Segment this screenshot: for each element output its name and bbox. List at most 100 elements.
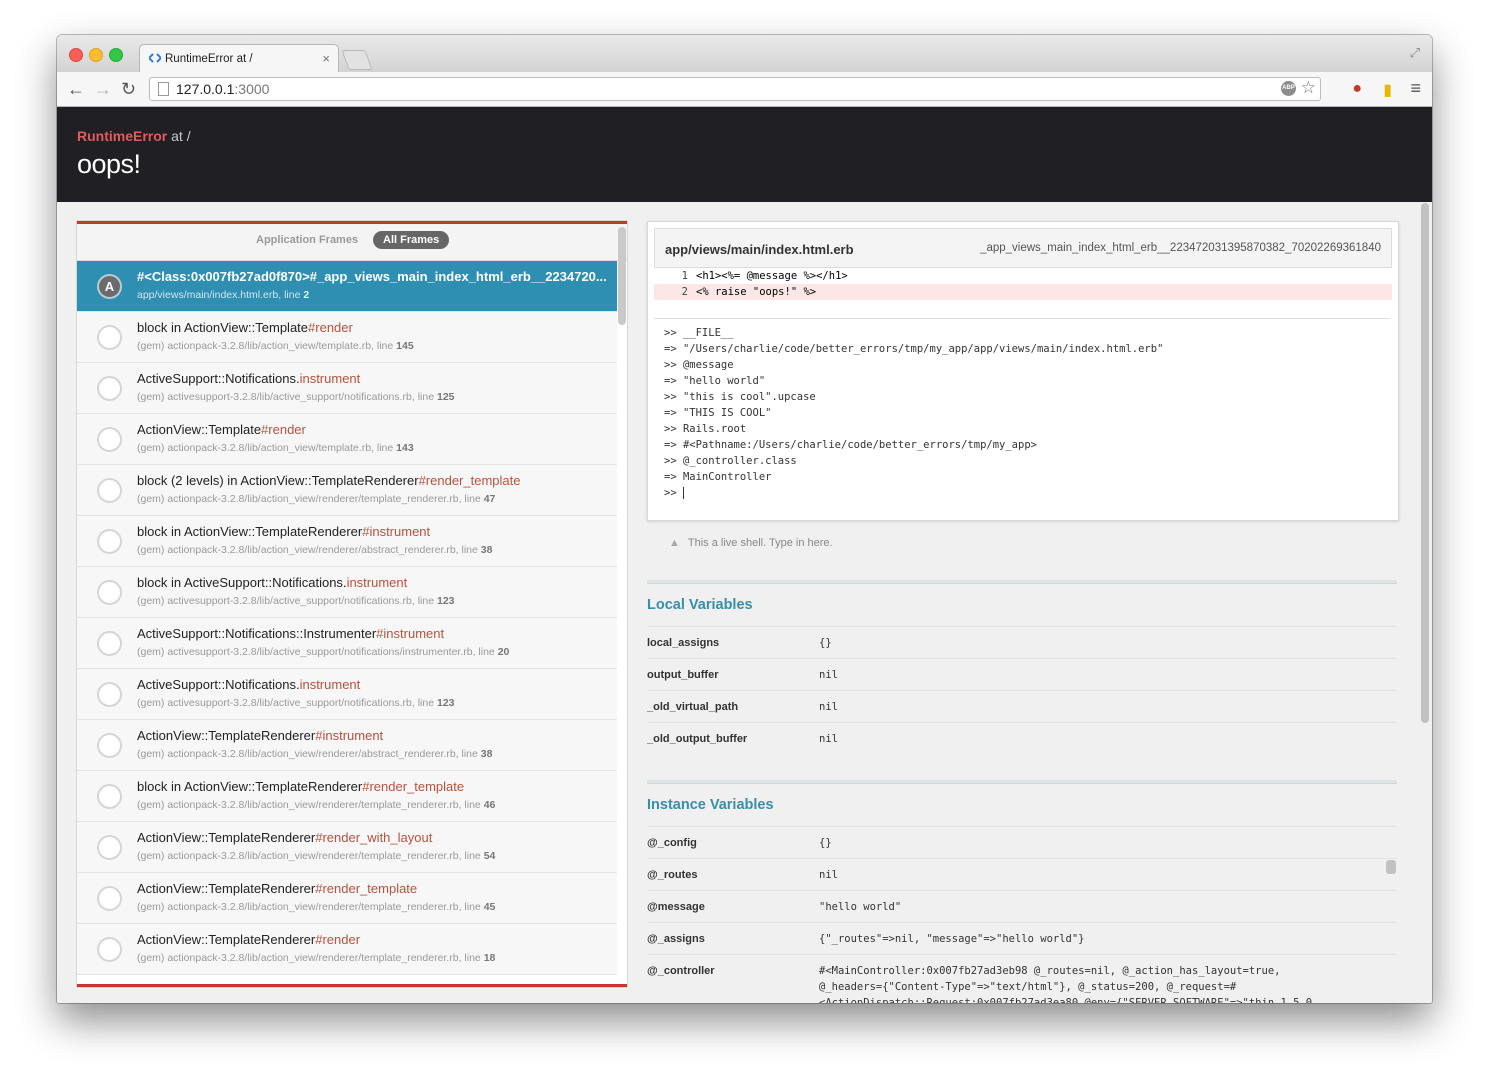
variable-value: {"_routes"=>nil, "message"=>"hello world…: [819, 933, 1085, 945]
variable-row: @_routes nil: [647, 858, 1397, 890]
tab-close-icon[interactable]: ×: [322, 51, 330, 66]
error-title: RuntimeError at /: [77, 128, 191, 144]
frame-method: #render: [308, 320, 353, 335]
variable-name: _old_output_buffer: [647, 733, 748, 745]
frame-location: (gem) activesupport-3.2.8/lib/active_sup…: [137, 646, 510, 658]
local-variables-table: local_assigns{} output_buffer nil _old_virt…: [647, 626, 1397, 754]
frame-context-circle: [97, 937, 122, 962]
live-shell[interactable]: >> __FILE__ => "/Users/charlie/code/bette…: [654, 318, 1390, 521]
variable-value: #<MainController:0x007fb27ad3eb98 @_rout…: [819, 965, 1313, 1003]
frame-name: ActiveSupport::Notifications.instrument: [137, 677, 361, 692]
bookmark-star-icon[interactable]: ☆: [1301, 78, 1316, 98]
frame-item[interactable]: ActiveSupport::Notifications.instrument(…: [77, 669, 617, 720]
frame-name: ActionView::TemplateRenderer#instrument: [137, 728, 384, 743]
frame-item[interactable]: block in ActionView::Template#render (gem…: [77, 312, 617, 363]
local-variables-title: Local Variables: [647, 597, 753, 613]
frame-item[interactable]: A #<Class:0x007fb27ad0f870>#_app_views_ma…: [77, 261, 617, 312]
page-scrollbar[interactable]: [1421, 203, 1429, 723]
tab-application-frames[interactable]: Application Frames: [256, 234, 358, 246]
shell-line: => "/Users/charlie/code/better_errors/tm…: [664, 343, 1164, 355]
tab-all-frames[interactable]: All Frames: [373, 231, 450, 249]
frame-line-number: 54: [483, 850, 496, 862]
frame-location: (gem) actionpack-3.2.8/lib/action_view/r…: [137, 952, 496, 964]
frame-name: ActionView::TemplateRenderer#render: [137, 932, 361, 947]
back-arrow-icon[interactable]: ←: [67, 79, 85, 100]
frame-context-circle: [97, 529, 122, 554]
address-bar[interactable]: 127.0.0.1:3000 ABP ☆: [149, 77, 1321, 101]
variable-value: nil: [819, 701, 838, 713]
line-number: 2: [681, 286, 688, 298]
variable-value: {}: [819, 637, 832, 649]
code-line: 1 <h1><%= @message %></h1>: [654, 268, 1392, 284]
section-divider: [647, 580, 1397, 584]
frame-name: block (2 levels) in ActionView::Template…: [137, 473, 521, 488]
frame-name: block in ActionView::TemplateRenderer#in…: [137, 524, 431, 539]
forward-arrow-icon[interactable]: →: [94, 79, 112, 100]
frame-name: block in ActionView::TemplateRenderer#re…: [137, 779, 465, 794]
frame-method: #render_template: [362, 779, 465, 794]
frame-item[interactable]: ActiveSupport::Notifications.instrument(…: [77, 363, 617, 414]
variable-name: @_controller: [647, 965, 715, 977]
frame-name: ActionView::Template#render: [137, 422, 306, 437]
reload-icon[interactable]: ↻: [121, 79, 136, 100]
frame-item[interactable]: ActionView::TemplateRenderer#render_with…: [77, 822, 617, 873]
frame-line-number: 47: [483, 493, 496, 505]
close-window-button[interactable]: [69, 48, 83, 62]
fullscreen-icon[interactable]: ⤢: [1410, 45, 1420, 61]
frame-item[interactable]: ActionView::TemplateRenderer#render_temp…: [77, 873, 617, 924]
menu-icon[interactable]: ≡: [1410, 78, 1421, 99]
frames-scrollbar[interactable]: [618, 227, 626, 325]
frame-method: #render_template: [418, 473, 521, 488]
extension-cookie-icon[interactable]: ●: [1352, 80, 1362, 98]
minimize-window-button[interactable]: [89, 48, 103, 62]
tab-active[interactable]: RuntimeError at / ×: [139, 44, 339, 73]
shell-line: => "THIS IS COOL": [664, 407, 772, 419]
frame-context-circle: [97, 427, 122, 452]
frame-line-number: 145: [396, 340, 414, 352]
value-scrollbar[interactable]: [1386, 860, 1396, 874]
variable-value: {}: [819, 837, 832, 849]
frame-item[interactable]: ActionView::Template#render(gem) actionp…: [77, 414, 617, 465]
new-tab-button[interactable]: [341, 50, 373, 70]
shell-line: >> @_controller.class: [664, 455, 797, 467]
shell-line: >> "this is cool".upcase: [664, 391, 816, 403]
frame-item[interactable]: block in ActiveSupport::Notifications.in…: [77, 567, 617, 618]
frame-item[interactable]: ActionView::TemplateRenderer#render(gem)…: [77, 924, 617, 975]
frame-item[interactable]: block in ActionView::TemplateRenderer#re…: [77, 771, 617, 822]
instance-variables-title: Instance Variables: [647, 797, 774, 813]
frame-context-circle: [97, 733, 122, 758]
code-text: <% raise "oops!" %>: [696, 286, 817, 298]
frame-method: instrument: [299, 371, 361, 386]
frame-item[interactable]: ActiveSupport::Notifications::Instrument…: [77, 618, 617, 669]
frame-location: app/views/main/index.html.erb, line 2: [137, 289, 310, 301]
variable-name: local_assigns: [647, 637, 720, 649]
code-line: 2 <% raise "oops!" %>: [654, 284, 1392, 300]
frame-name: ActionView::TemplateRenderer#render_temp…: [137, 881, 418, 896]
frame-location: (gem) actionpack-3.2.8/lib/action_view/r…: [137, 799, 496, 811]
variable-row: _old_output_buffer nil: [647, 722, 1397, 754]
frame-location: (gem) actionpack-3.2.8/lib/action_view/r…: [137, 850, 496, 862]
frame-location: (gem) actionpack-3.2.8/lib/action_view/r…: [137, 544, 493, 556]
zoom-window-button[interactable]: [109, 48, 123, 62]
extension-phone-icon[interactable]: ▮: [1383, 80, 1392, 100]
frame-line-number: 38: [480, 748, 493, 760]
frame-location: (gem) actionpack-3.2.8/lib/action_view/r…: [137, 748, 493, 760]
instance-variables-table: @_config {} @_routes nil @message "hello worl…: [647, 826, 1397, 1003]
code-listing: 1 <h1><%= @message %></h1> 2 <% raise "oops…: [654, 268, 1392, 312]
shell-hint: ▲ This a live shell. Type in here.: [669, 537, 833, 549]
code-favicon-icon: [149, 53, 161, 63]
frame-line-number: 143: [396, 442, 414, 454]
frame-item[interactable]: ActionView::TemplateRenderer#instrument(…: [77, 720, 617, 771]
code-header: app/views/main/index.html.erb _app_views…: [654, 228, 1392, 268]
variable-value: nil: [819, 669, 838, 681]
frame-item[interactable]: block in ActionView::TemplateRenderer#in…: [77, 516, 617, 567]
frame-context-circle: [97, 376, 122, 401]
frame-item[interactable]: block (2 levels) in ActionView::Template…: [77, 465, 617, 516]
variable-name: @_assigns: [647, 933, 705, 945]
adblock-icon[interactable]: ABP: [1281, 81, 1296, 96]
frame-location: (gem) actionpack-3.2.8/lib/action_view/t…: [137, 442, 414, 454]
frame-list: A #<Class:0x007fb27ad0f870>#_app_views_ma…: [77, 261, 617, 975]
frame-context-circle: [97, 478, 122, 503]
tab-title: RuntimeError at /: [165, 53, 253, 65]
line-number: 1: [681, 270, 688, 282]
